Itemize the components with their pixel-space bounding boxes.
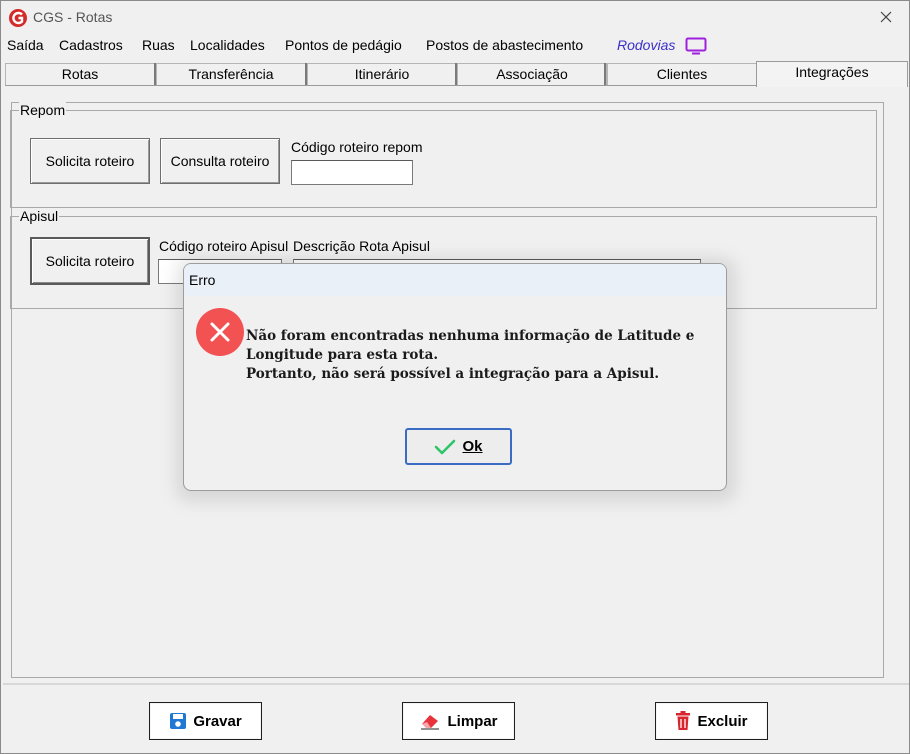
floppy-disk-icon bbox=[170, 713, 187, 729]
tab-clientes[interactable]: Clientes bbox=[607, 63, 757, 85]
tab-integracoes[interactable]: Integrações bbox=[756, 61, 908, 87]
menu-localidades[interactable]: Localidades bbox=[190, 37, 265, 53]
menu-bar: Saída Cadastros Ruas Localidades Pontos … bbox=[1, 35, 909, 57]
dialog-message-line: Não foram encontradas nenhuma informação… bbox=[246, 328, 695, 344]
codigo-roteiro-repom-label: Código roteiro repom bbox=[291, 139, 423, 155]
tab-transferencia[interactable]: Transferência bbox=[156, 63, 306, 85]
tab-rotas[interactable]: Rotas bbox=[5, 63, 155, 85]
menu-rodovias[interactable]: Rodovias bbox=[617, 37, 675, 53]
error-x-icon bbox=[196, 308, 244, 356]
title-bar: CGS - Rotas bbox=[1, 1, 909, 33]
ok-label: Ok bbox=[462, 438, 483, 455]
menu-saida[interactable]: Saída bbox=[7, 37, 44, 53]
limpar-label: Limpar bbox=[447, 712, 498, 730]
tab-associacao[interactable]: Associação bbox=[457, 63, 607, 85]
gravar-label: Gravar bbox=[193, 712, 242, 730]
dialog-title: Erro bbox=[189, 272, 216, 288]
menu-ruas[interactable]: Ruas bbox=[142, 37, 175, 53]
repom-consulta-roteiro-button[interactable]: Consulta roteiro bbox=[160, 138, 280, 184]
tab-itinerario[interactable]: Itinerário bbox=[307, 63, 457, 85]
menu-postos-abastecimento[interactable]: Postos de abastecimento bbox=[426, 37, 583, 53]
repom-solicita-roteiro-button[interactable]: Solicita roteiro bbox=[30, 138, 150, 184]
excluir-button[interactable]: Excluir bbox=[655, 702, 768, 740]
check-icon bbox=[435, 439, 456, 454]
apisul-group-title: Apisul bbox=[19, 208, 60, 224]
action-bar: Gravar Limpar Excluir bbox=[3, 683, 909, 753]
close-icon[interactable] bbox=[875, 6, 897, 28]
codigo-roteiro-repom-input[interactable] bbox=[291, 160, 413, 185]
menu-pontos-pedagio[interactable]: Pontos de pedágio bbox=[285, 37, 402, 53]
codigo-roteiro-apisul-label: Código roteiro Apisul bbox=[159, 238, 289, 254]
dialog-message-line: Portanto, não será possível a integração… bbox=[246, 366, 660, 382]
eraser-icon bbox=[421, 715, 440, 730]
trash-icon bbox=[676, 711, 691, 730]
dialog-message-line: Longitude para esta rota. bbox=[246, 347, 439, 363]
repom-group-title: Repom bbox=[19, 102, 67, 118]
dialog-message: Não foram encontradas nenhuma informação… bbox=[246, 327, 716, 384]
window-title: CGS - Rotas bbox=[33, 9, 113, 25]
tab-separator bbox=[604, 63, 606, 85]
ok-button[interactable]: Ok bbox=[405, 428, 512, 465]
app-logo-icon bbox=[9, 9, 27, 27]
descricao-rota-apisul-label: Descrição Rota Apisul bbox=[293, 238, 430, 254]
tab-strip: Rotas Transferência Itinerário Associaçã… bbox=[3, 61, 909, 87]
limpar-button[interactable]: Limpar bbox=[402, 702, 515, 740]
error-dialog: Erro Não foram encontradas nenhuma infor… bbox=[183, 263, 727, 491]
tv-icon[interactable] bbox=[685, 37, 707, 55]
excluir-label: Excluir bbox=[697, 712, 748, 730]
gravar-button[interactable]: Gravar bbox=[149, 702, 262, 740]
menu-cadastros[interactable]: Cadastros bbox=[59, 37, 123, 53]
apisul-solicita-roteiro-button[interactable]: Solicita roteiro bbox=[30, 237, 150, 285]
dialog-title-bar: Erro bbox=[184, 264, 726, 296]
repom-group: Repom Solicita roteiro Consulta roteiro … bbox=[10, 102, 877, 208]
